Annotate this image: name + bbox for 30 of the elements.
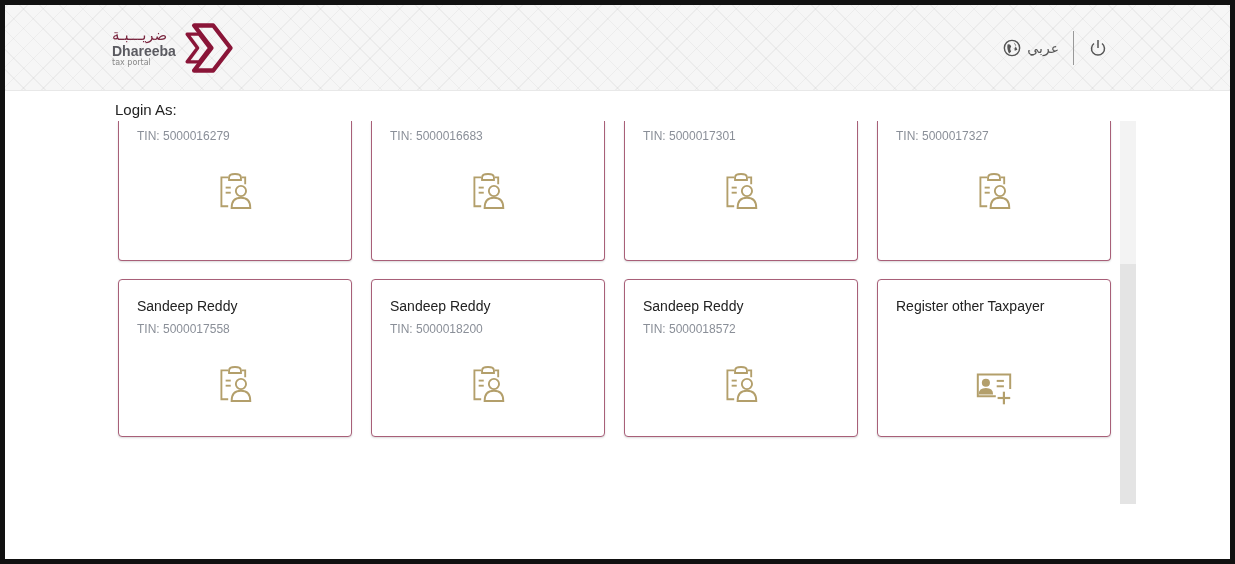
clipboard-person-icon [724,364,758,404]
logo-arabic-text: ضريـــبـة [112,28,169,44]
taxpayer-name: Sandeep Reddy [643,298,744,314]
taxpayer-name: Sandeep Reddy [137,298,238,314]
clipboard-person-icon [471,171,505,211]
tin-text: TIN: 5000017327 [896,129,989,143]
register-taxpayer-card[interactable]: Register other Taxpayer [877,279,1111,437]
taxpayer-name: Sandeep Reddy [390,298,491,314]
logo-name: Dhareeba [112,43,176,59]
tin-text: TIN: 5000017301 [643,129,736,143]
taxpayer-card[interactable]: Sandeep Reddy TIN: 5000018572 [624,279,858,437]
tin-text: TIN: 5000018200 [390,322,483,336]
clipboard-person-icon [471,364,505,404]
tin-text: TIN: 5000016279 [137,129,230,143]
power-icon [1088,37,1108,58]
globe-icon [1003,38,1022,57]
clipboard-person-icon [724,171,758,211]
logo-tagline: tax portal [112,58,152,67]
tin-text: TIN: 5000016683 [390,129,483,143]
register-title: Register other Taxpayer [896,298,1045,314]
tin-text: TIN: 5000017558 [137,322,230,336]
tin-text: TIN: 5000018572 [643,322,736,336]
taxpayer-card[interactable]: Sandeep Reddy TIN: 5000018200 [371,279,605,437]
id-card-plus-icon [976,372,1012,406]
clipboard-person-icon [218,171,252,211]
clipboard-person-icon [977,171,1011,211]
login-as-label: Login As: [115,101,178,120]
taxpayer-card[interactable]: Sandeep Reddy TIN: 5000017558 [118,279,352,437]
clipboard-person-icon [218,364,252,404]
language-link[interactable]: عربي [1001,36,1061,59]
